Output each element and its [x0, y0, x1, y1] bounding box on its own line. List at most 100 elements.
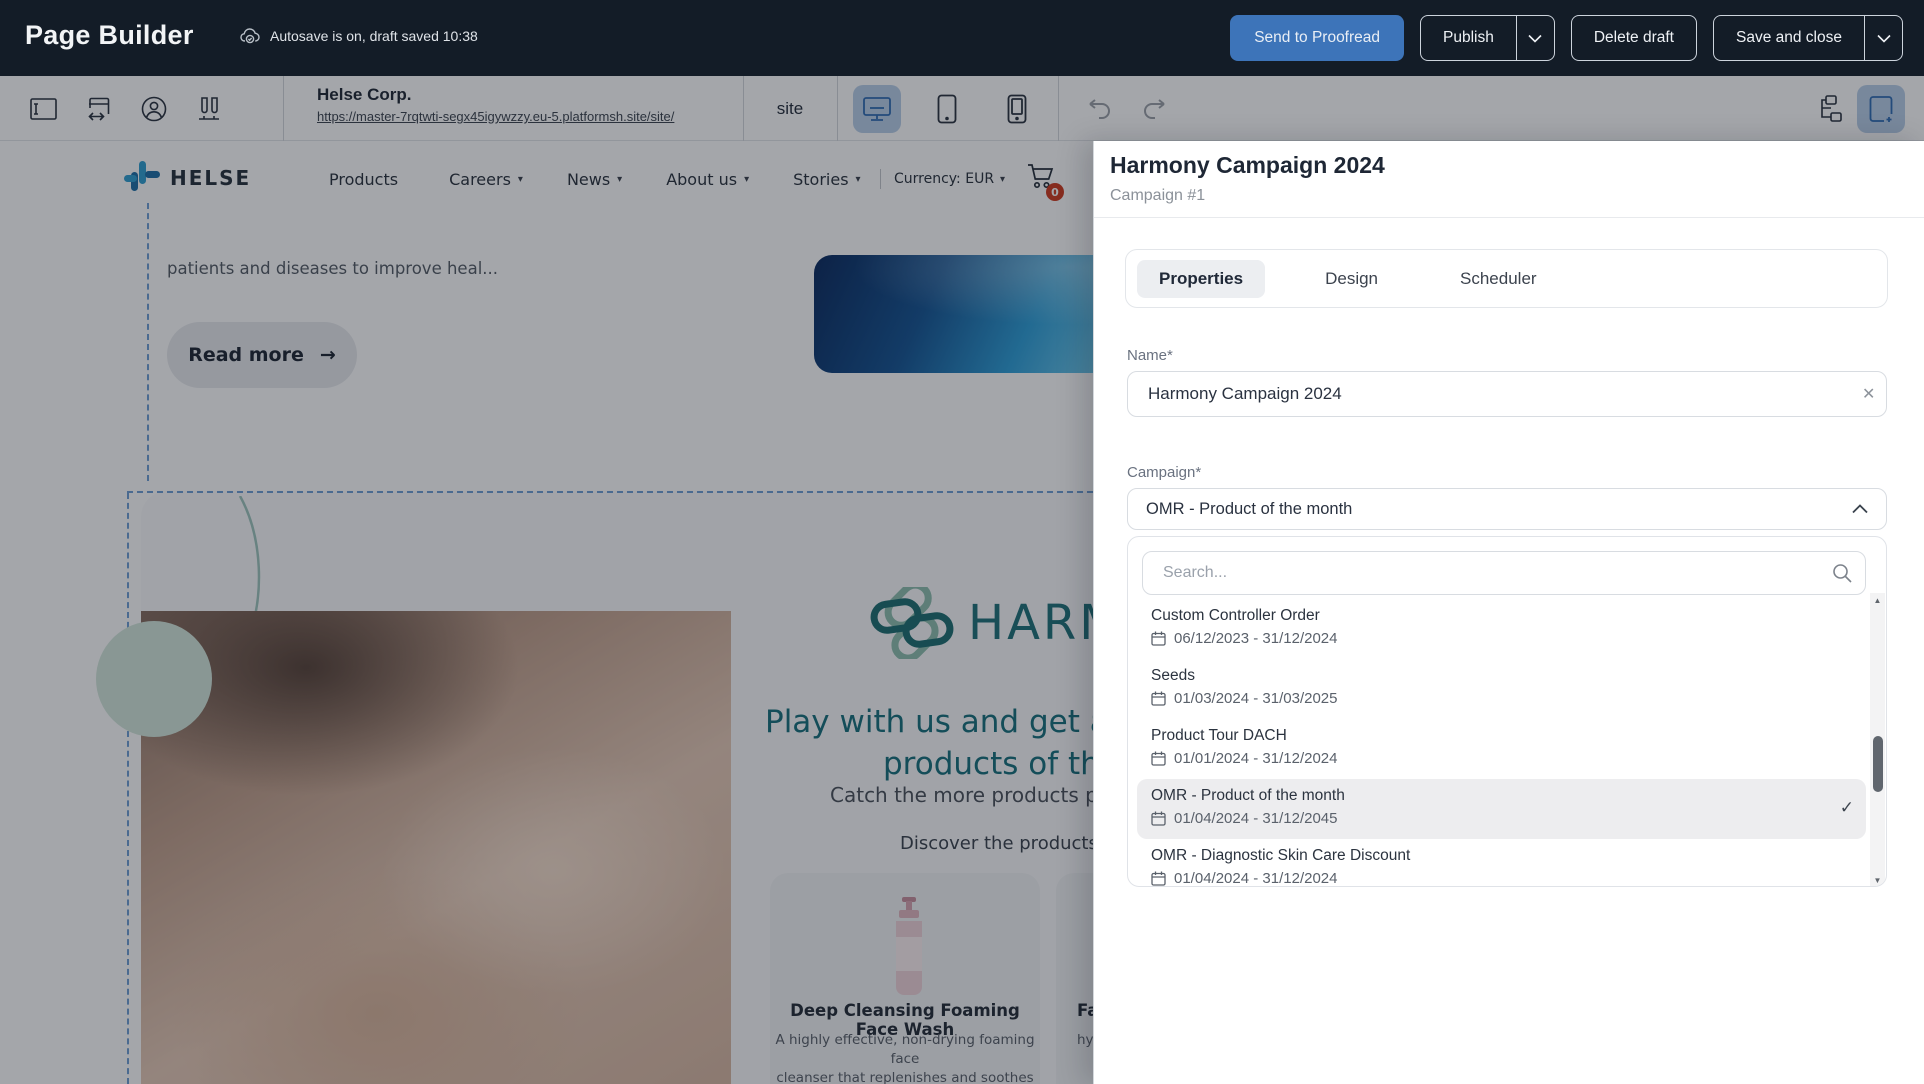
- tab-design[interactable]: Design: [1303, 260, 1400, 298]
- campaign-options-list: Custom Controller Order 06/12/2023 - 31/…: [1137, 599, 1866, 887]
- dropdown-search: [1142, 551, 1866, 595]
- check-icon: ✓: [1840, 798, 1854, 818]
- caret-down-icon: ▾: [744, 174, 749, 185]
- scrollbar-thumb[interactable]: [1873, 736, 1883, 792]
- topbar-actions: Send to Proofread Publish Delete draft S…: [1230, 15, 1903, 61]
- autosave-label: Autosave is on, draft saved 10:38: [270, 28, 478, 44]
- section-selection-outline: [127, 493, 129, 1084]
- toolbar-divider: [283, 76, 284, 141]
- campaign-dropdown: Custom Controller Order 06/12/2023 - 31/…: [1127, 536, 1887, 887]
- window-swap-icon[interactable]: [85, 95, 112, 122]
- publish-split-button: Publish: [1420, 15, 1555, 61]
- editor-toolbar: Helse Corp. https://master-7rqtwti-segx4…: [0, 76, 1924, 141]
- text-block-icon[interactable]: [30, 95, 57, 122]
- calendar-icon: [1151, 631, 1166, 646]
- publish-button[interactable]: Publish: [1421, 16, 1516, 60]
- save-dropdown-button[interactable]: [1864, 16, 1902, 60]
- publish-dropdown-button[interactable]: [1516, 16, 1554, 60]
- delete-draft-button[interactable]: Delete draft: [1571, 15, 1697, 61]
- mobile-icon: [1007, 94, 1027, 124]
- campaign-option[interactable]: OMR - Diagnostic Skin Care Discount 01/0…: [1137, 839, 1866, 887]
- clear-name-icon[interactable]: ✕: [1862, 384, 1875, 404]
- model-photo: [141, 611, 731, 1084]
- topbar: Page Builder Autosave is on, draft saved…: [0, 0, 1924, 76]
- campaign-option[interactable]: Custom Controller Order 06/12/2023 - 31/…: [1137, 599, 1866, 659]
- nav-divider: [880, 169, 881, 189]
- panel-icon: [1868, 95, 1894, 123]
- hero-image: [814, 255, 1114, 373]
- campaign-select-value: OMR - Product of the month: [1146, 500, 1352, 519]
- desktop-icon: [862, 96, 892, 122]
- desktop-preview-button[interactable]: [853, 85, 901, 133]
- campaign-option[interactable]: Product Tour DACH 01/01/2024 - 31/12/202…: [1137, 719, 1866, 779]
- properties-panel-toggle[interactable]: [1857, 85, 1905, 133]
- site-brand[interactable]: HELSE: [123, 159, 251, 197]
- nav-item[interactable]: About us ▾: [666, 170, 749, 189]
- calendar-icon: [1151, 811, 1166, 826]
- campaign-subline: Catch the more products possi: [830, 783, 1136, 807]
- section-selection-outline: [127, 491, 1093, 493]
- search-icon: [1832, 563, 1852, 583]
- nav-item[interactable]: News ▾: [567, 170, 622, 189]
- chevron-up-icon: [1852, 504, 1868, 514]
- arrow-right-icon: →: [320, 344, 336, 366]
- product-description: A highly effective, non-drying foaming f…: [770, 1031, 1040, 1084]
- toolbar-left-icons: [30, 76, 222, 141]
- toolbar-right-icons: [1816, 76, 1905, 141]
- calendar-icon: [1151, 751, 1166, 766]
- site-name: Helse Corp.: [317, 85, 674, 105]
- currency-selector[interactable]: Currency: EUR ▾: [894, 141, 1005, 217]
- scroll-up-arrow[interactable]: ▲: [1870, 593, 1885, 607]
- cloud-check-icon: [240, 28, 261, 44]
- app-title: Page Builder: [25, 20, 194, 51]
- campaign-properties-panel: Harmony Campaign 2024 Campaign #1 Proper…: [1093, 141, 1924, 1084]
- calendar-icon: [1151, 871, 1166, 886]
- tablet-preview-button[interactable]: [923, 85, 971, 133]
- undo-redo-group: [1086, 76, 1168, 141]
- nav-item[interactable]: Products: [329, 170, 405, 189]
- site-meta: Helse Corp. https://master-7rqtwti-segx4…: [317, 85, 674, 126]
- chevron-down-icon: [1877, 34, 1891, 43]
- user-profile-icon[interactable]: [140, 95, 167, 122]
- read-more-button[interactable]: Read more →: [167, 322, 357, 388]
- panel-tabs: Properties Design Scheduler: [1125, 249, 1888, 308]
- undo-icon[interactable]: [1086, 99, 1112, 119]
- panel-divider: [1094, 217, 1924, 218]
- caret-down-icon: ▾: [518, 174, 523, 185]
- nav-item[interactable]: Careers ▾: [449, 170, 523, 189]
- redo-icon[interactable]: [1142, 99, 1168, 119]
- name-input[interactable]: [1127, 371, 1887, 417]
- site-brand-label: HELSE: [170, 166, 251, 190]
- site-url-link[interactable]: https://master-7rqtwti-segx45igywzzy.eu-…: [317, 109, 674, 124]
- campaign-option[interactable]: OMR - Product of the month 01/04/2024 - …: [1137, 779, 1866, 839]
- teaser-text: patients and diseases to improve heal...: [167, 259, 498, 278]
- search-input[interactable]: [1142, 551, 1866, 595]
- save-split-button: Save and close: [1713, 15, 1903, 61]
- dropdown-scrollbar[interactable]: ▲ ▼: [1870, 593, 1885, 887]
- send-to-proofread-button[interactable]: Send to Proofread: [1230, 15, 1404, 61]
- tab-scheduler[interactable]: Scheduler: [1438, 260, 1559, 298]
- environment-label[interactable]: site: [755, 76, 825, 141]
- toolbar-divider: [743, 76, 744, 141]
- cart-count-badge: 0: [1046, 183, 1064, 201]
- mobile-preview-button[interactable]: [993, 85, 1041, 133]
- name-field-label: Name*: [1127, 347, 1173, 364]
- scroll-down-arrow[interactable]: ▼: [1870, 873, 1885, 887]
- component-tree-icon[interactable]: [1816, 95, 1843, 122]
- caret-down-icon: ▾: [1000, 174, 1005, 185]
- tablet-icon: [937, 94, 957, 124]
- chevron-down-icon: [1528, 34, 1542, 43]
- campaign-option[interactable]: Seeds 01/03/2024 - 31/03/2025: [1137, 659, 1866, 719]
- panel-title: Harmony Campaign 2024: [1110, 152, 1385, 179]
- nav-item[interactable]: Stories ▾: [793, 170, 860, 189]
- harmony-logo-icon: [868, 587, 954, 659]
- product-card[interactable]: Deep Cleansing Foaming Face Wash A highl…: [770, 873, 1040, 1084]
- campaign-select[interactable]: OMR - Product of the month: [1127, 488, 1887, 530]
- save-and-close-button[interactable]: Save and close: [1714, 16, 1864, 60]
- tab-properties[interactable]: Properties: [1137, 260, 1265, 298]
- campaign-field-label: Campaign*: [1127, 464, 1201, 481]
- block-selection-outline: [147, 203, 149, 481]
- caret-down-icon: ▾: [856, 174, 861, 185]
- helse-logo-icon: [123, 159, 161, 197]
- experiments-icon[interactable]: [195, 95, 222, 122]
